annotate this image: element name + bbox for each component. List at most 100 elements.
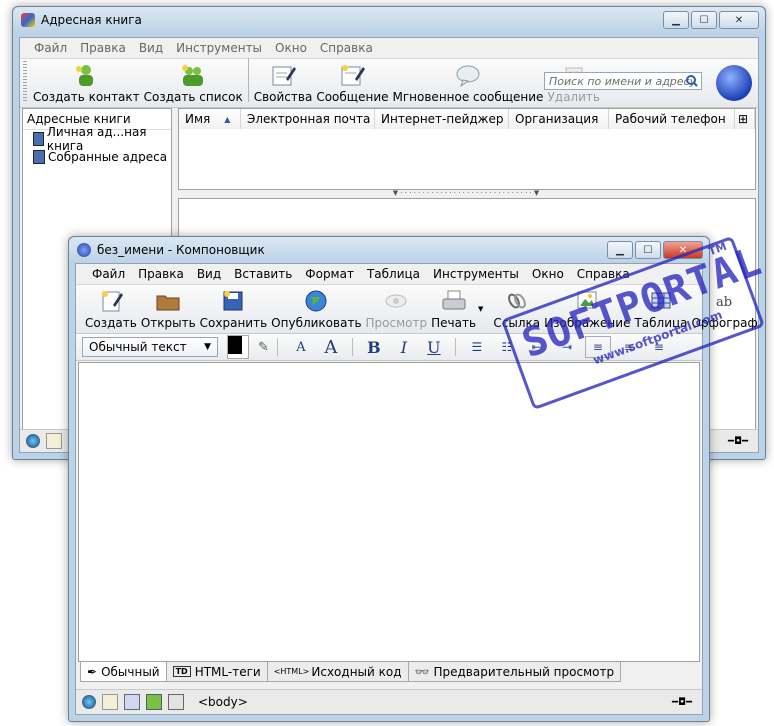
underline-button[interactable]: U (422, 337, 446, 357)
menu-window[interactable]: Окно (532, 267, 564, 281)
navigator-icon[interactable] (26, 434, 40, 448)
address-book-title: Адресная книга (41, 13, 142, 27)
printer-icon (440, 288, 468, 314)
address-book-titlebar[interactable]: Адресная книга ▁ ☐ ✕ (13, 7, 765, 33)
chevron-down-icon: ▼ (204, 342, 211, 352)
address-book-menubar: Файл Правка Вид Инструменты Окно Справка (20, 38, 758, 59)
tab-html-tags[interactable]: TD HTML-теги (165, 662, 268, 682)
address-book-toolbar: Создать контакт Создать список Свойства (20, 58, 758, 108)
paragraph-style-value: Обычный текст (89, 340, 187, 354)
save-button[interactable]: Сохранить (198, 288, 270, 333)
column-name[interactable]: Имя ▲ (179, 109, 241, 129)
menu-window[interactable]: Окно (275, 41, 307, 55)
column-picker-icon[interactable]: ⊞ (735, 109, 755, 129)
menu-table[interactable]: Таблица (367, 267, 420, 281)
bold-button[interactable]: B (362, 337, 386, 357)
preview-glasses-icon: 👓 (414, 664, 430, 679)
pen-icon: ✒ (87, 664, 98, 679)
font-larger-button[interactable]: A (319, 337, 343, 358)
column-pager[interactable]: Интернет-пейджер (375, 109, 509, 129)
menu-file[interactable]: Файл (92, 267, 125, 281)
instant-message-button[interactable]: Мгновенное сообщение (391, 62, 546, 107)
close-button[interactable]: ✕ (719, 11, 759, 29)
floppy-disk-icon (219, 288, 247, 314)
composer-app-icon (77, 243, 91, 257)
tree-item-personal[interactable]: Личная ад...ная книга (23, 125, 171, 153)
menu-tools[interactable]: Инструменты (433, 267, 519, 281)
chatzilla-icon[interactable] (168, 694, 184, 710)
column-email[interactable]: Электронная почта (241, 109, 375, 129)
connection-icon[interactable]: ━◘━ (672, 697, 692, 708)
book-icon (33, 150, 45, 164)
chat-bubble-icon (454, 62, 482, 88)
address-book-icon[interactable] (146, 694, 162, 710)
publish-label: Опубликовать (271, 316, 362, 330)
open-label: Открыть (140, 316, 196, 330)
tree-item-label: Личная ад...ная книга (46, 125, 147, 153)
composer-titlebar[interactable]: без_имени - Компоновщик ▁ ☐ ✕ (69, 237, 709, 263)
search-placeholder: Поиск по имени и адресу (549, 74, 697, 88)
new-label: Создать (85, 316, 137, 330)
open-button[interactable]: Открыть (139, 288, 198, 333)
composer-icon[interactable] (124, 694, 140, 710)
message-button[interactable]: Сообщение (314, 62, 390, 107)
font-smaller-button[interactable]: A (289, 337, 313, 357)
connection-icon[interactable]: ━◘━ (728, 436, 748, 447)
tab-source[interactable]: <HTML> Исходный код (266, 662, 409, 682)
editor-area[interactable] (78, 362, 700, 662)
print-button[interactable]: Печать (429, 288, 478, 333)
contacts-list: Имя ▲ Электронная почта Интернет-пейджер … (178, 108, 756, 190)
new-contact-icon (72, 62, 100, 88)
menu-view[interactable]: Вид (197, 267, 221, 281)
tab-normal[interactable]: ✒ Обычный (80, 662, 167, 682)
tab-preview[interactable]: 👓 Предварительный просмотр (407, 662, 622, 682)
menu-edit[interactable]: Правка (80, 41, 126, 55)
paragraph-style-select[interactable]: Обычный текст ▼ (82, 337, 218, 357)
bullet-list-icon[interactable]: ☰ (465, 337, 489, 357)
new-list-button[interactable]: Создать список (142, 62, 245, 107)
format-separator (276, 338, 278, 356)
tree-item-collected[interactable]: Собранные адреса (23, 148, 171, 166)
highlight-pen-icon[interactable]: ✎ (258, 340, 269, 355)
address-book-app-icon (21, 13, 35, 27)
navigator-icon[interactable] (82, 695, 96, 709)
menu-view[interactable]: Вид (139, 41, 163, 55)
throbber-icon (716, 65, 752, 101)
column-pager-label: Интернет-пейджер (381, 112, 504, 126)
mail-icon[interactable] (46, 433, 62, 449)
italic-label: I (400, 337, 408, 357)
splitter[interactable]: ▼ · · · · · · · · · · · · · · · · · · · … (178, 190, 754, 197)
text-color-swatch[interactable] (227, 335, 249, 359)
menu-insert[interactable]: Вставить (234, 267, 292, 281)
preview-label: Просмотр (365, 316, 428, 330)
column-name-label: Имя (185, 112, 211, 126)
message-label: Сообщение (316, 90, 389, 104)
properties-button[interactable]: Свойства (252, 62, 315, 107)
menu-help[interactable]: Справка (320, 41, 373, 55)
composer-maximize-button[interactable]: ☐ (635, 241, 661, 259)
menu-format[interactable]: Формат (305, 267, 354, 281)
new-button[interactable]: Создать (83, 288, 139, 333)
column-organization-label: Организация (515, 112, 599, 126)
maximize-button[interactable]: ☐ (691, 11, 717, 29)
toolbar-grip[interactable] (23, 61, 27, 101)
composer-minimize-button[interactable]: ▁ (607, 241, 633, 259)
menu-file[interactable]: Файл (34, 41, 67, 55)
new-contact-button[interactable]: Создать контакт (31, 62, 142, 107)
column-work-phone[interactable]: Рабочий телефон (609, 109, 735, 129)
minimize-button[interactable]: ▁ (663, 11, 689, 29)
search-input[interactable]: Поиск по имени и адресу (544, 72, 702, 90)
print-dropdown-icon[interactable]: ▼ (478, 305, 483, 313)
eye-icon (382, 288, 410, 314)
preview-button[interactable]: Просмотр (364, 288, 430, 333)
font-smaller-label: A (296, 339, 306, 355)
folder-icon (154, 288, 182, 314)
column-organization[interactable]: Организация (509, 109, 609, 129)
menu-edit[interactable]: Правка (138, 267, 184, 281)
italic-button[interactable]: I (392, 337, 416, 357)
html-tag-icon: <HTML> (273, 667, 310, 676)
menu-tools[interactable]: Инструменты (176, 41, 262, 55)
publish-button[interactable]: Опубликовать (269, 288, 363, 333)
status-tag: <body> (198, 695, 248, 709)
mail-icon[interactable] (102, 694, 118, 710)
